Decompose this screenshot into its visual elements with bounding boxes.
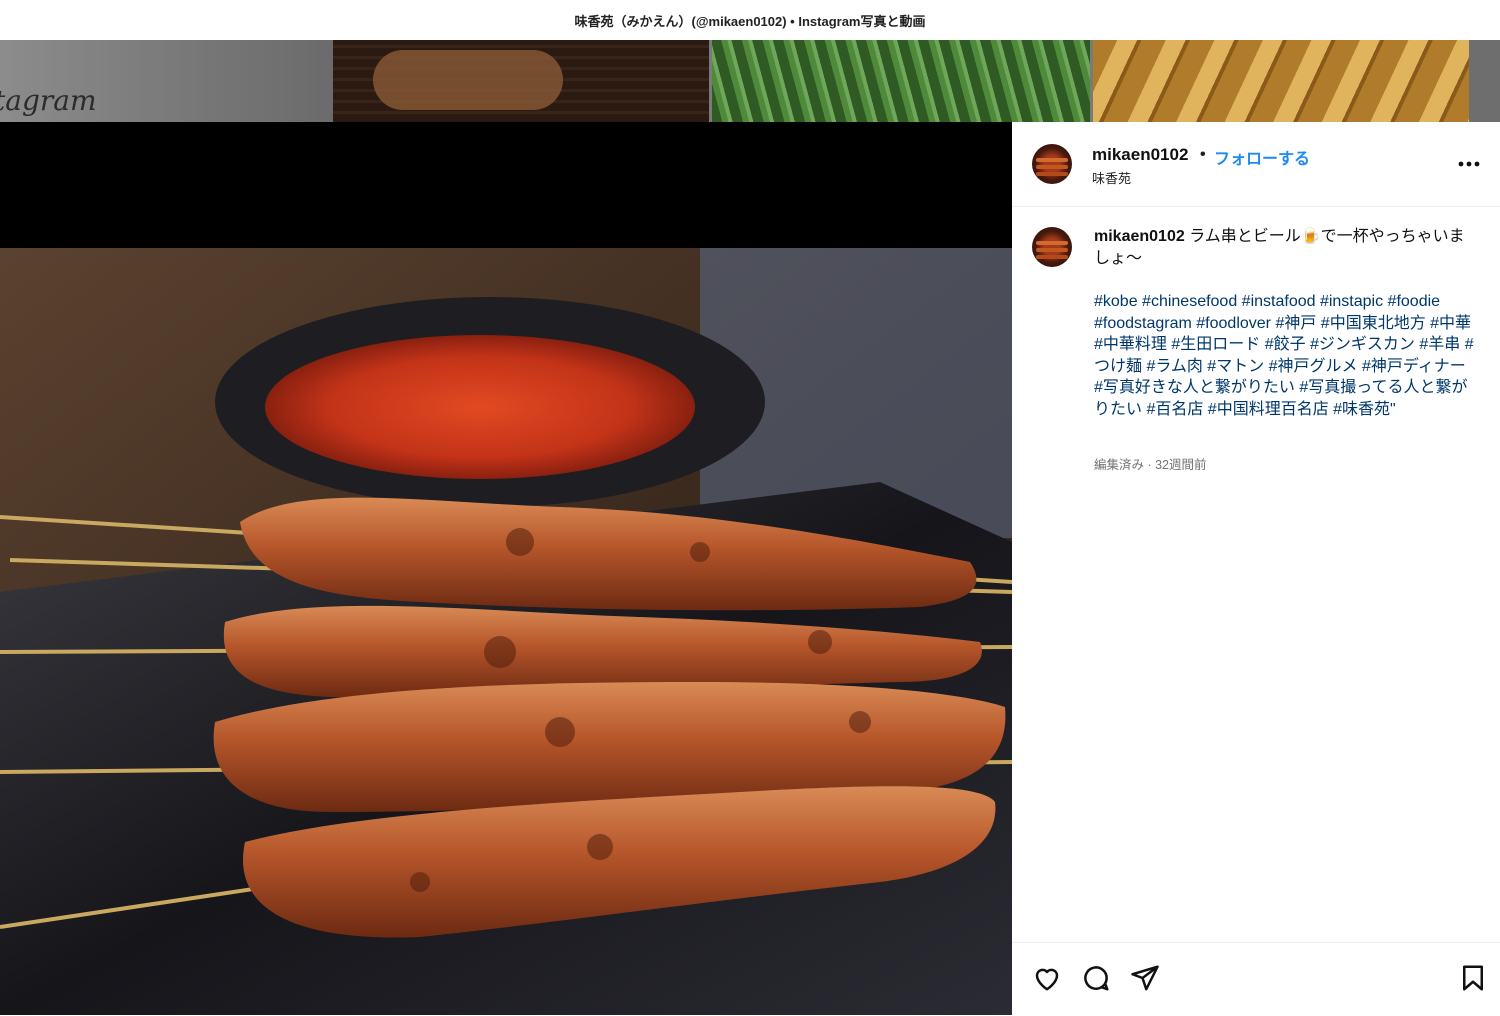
- post-photo[interactable]: [0, 122, 1012, 1015]
- background-profile-grid: tagram: [0, 40, 1500, 122]
- window-title: 味香苑（みかえん）(@mikaen0102) • Instagram写真と動画: [0, 0, 1500, 40]
- background-instagram-logo: tagram: [0, 84, 97, 117]
- post-side-panel: mikaen0102 • フォローする 味香苑 mikaen0102 ラム串とビ…: [1012, 122, 1500, 1015]
- avatar[interactable]: [1032, 144, 1072, 184]
- comment-icon[interactable]: [1081, 963, 1111, 993]
- post-action-bar: [1012, 942, 1500, 1016]
- post-caption: mikaen0102 ラム串とビール🍺で一杯やっちゃいましょ〜 #kobe #c…: [1094, 226, 1474, 420]
- send-icon[interactable]: [1130, 963, 1160, 993]
- heart-icon[interactable]: [1032, 963, 1062, 993]
- post-header: mikaen0102 • フォローする 味香苑: [1012, 122, 1500, 207]
- separator-dot: •: [1200, 146, 1206, 163]
- background-tile-4: [1093, 40, 1469, 122]
- post-location[interactable]: 味香苑: [1092, 168, 1131, 187]
- follow-button[interactable]: フォローする: [1214, 145, 1310, 169]
- caption-username[interactable]: mikaen0102: [1094, 228, 1185, 245]
- bookmark-icon[interactable]: [1458, 963, 1488, 993]
- post-username[interactable]: mikaen0102: [1092, 145, 1188, 165]
- background-tile-2: [333, 40, 709, 122]
- caption-avatar[interactable]: [1032, 227, 1072, 267]
- post-meta: 編集済み · 32週間前: [1094, 458, 1207, 472]
- background-tile-3: [712, 40, 1090, 122]
- caption-hashtags[interactable]: #kobe #chinesefood #instafood #instapic …: [1094, 291, 1474, 420]
- more-options-icon[interactable]: [1458, 148, 1480, 174]
- lamb-skewers-photo: [0, 122, 1012, 1015]
